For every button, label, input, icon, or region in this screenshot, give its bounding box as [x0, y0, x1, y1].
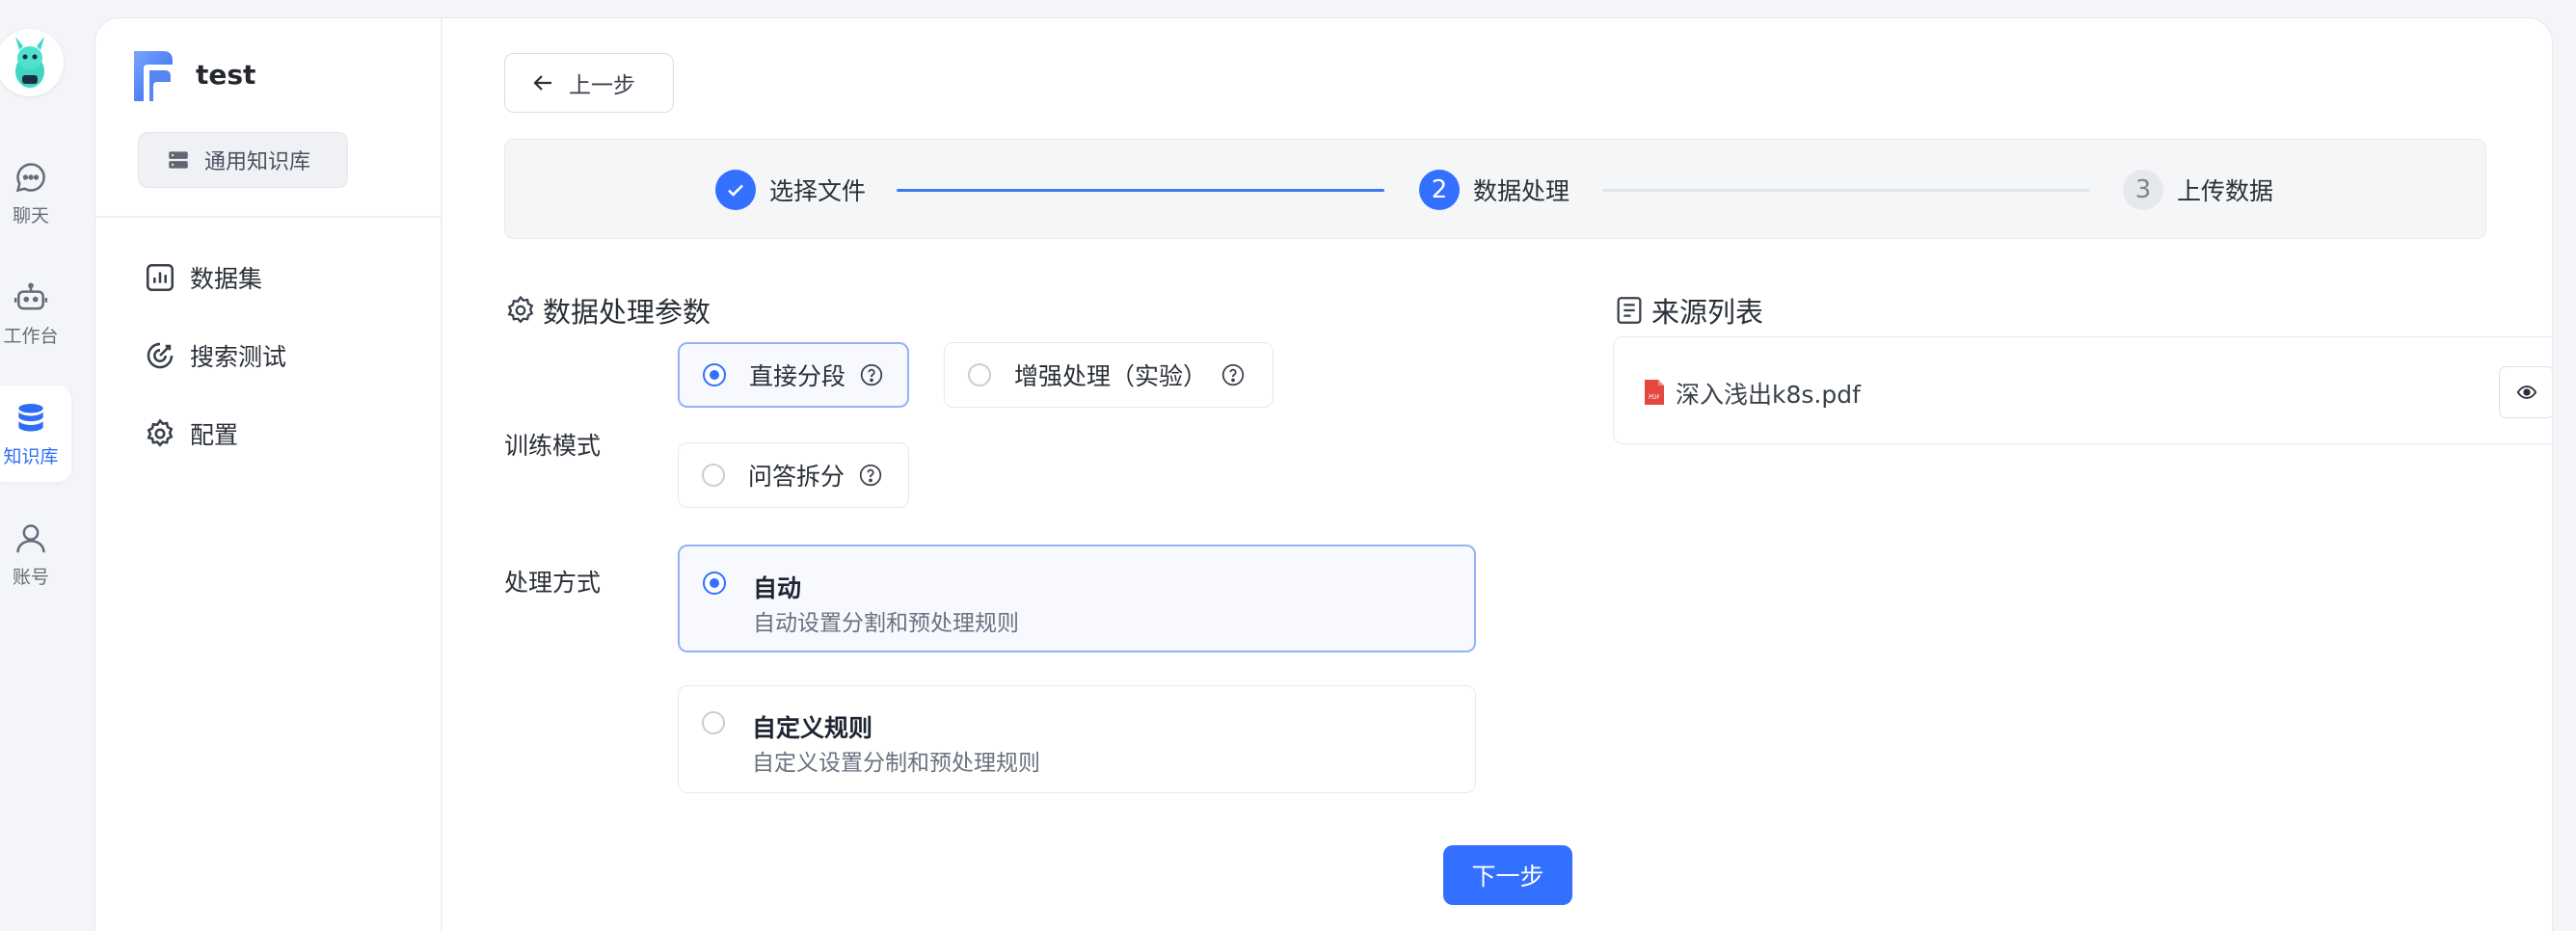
preview-button[interactable] — [2499, 366, 2552, 418]
nav-item-account[interactable]: 账号 — [0, 506, 71, 602]
sidebar-divider — [95, 216, 443, 218]
step-label: 上传数据 — [2177, 177, 2274, 205]
next-button[interactable]: 下一步 — [1443, 845, 1572, 905]
back-button[interactable]: 上一步 — [504, 53, 674, 113]
user-icon — [16, 523, 45, 552]
step-label: 数据处理 — [1473, 177, 1570, 205]
sidebar-item-dataset[interactable]: 数据集 — [144, 253, 262, 302]
training-mode-enhanced[interactable]: 增强处理（实验） — [944, 342, 1274, 408]
sidebar-item-label: 数据集 — [190, 265, 263, 293]
chart-icon — [146, 263, 174, 292]
nav-item-label: 账号 — [12, 566, 49, 588]
list-icon — [1617, 297, 1642, 324]
radio-button[interactable] — [702, 711, 725, 734]
nav-item-workbench[interactable]: 工作台 — [0, 265, 71, 361]
mode-title: 自动 — [753, 574, 802, 602]
eye-icon — [2516, 386, 2537, 399]
radio-button[interactable] — [703, 572, 726, 595]
main-card: test 通用知识库 数据集 搜索测试 配置 上一步 选择文件 2 数据处理 3… — [94, 17, 2553, 931]
source-file-row: PDF 深入浅出k8s.pdf — [1613, 336, 2552, 444]
nav-rail: 聊天 工作台 知识库 账号 — [0, 0, 93, 931]
arrow-left-icon — [533, 75, 551, 91]
nav-item-chat[interactable]: 聊天 — [0, 145, 71, 241]
pdf-icon: PDF — [1645, 380, 1664, 405]
sources-title: 来源列表 — [1651, 296, 1764, 329]
robot-icon — [13, 281, 48, 309]
mode-description: 自定义设置分制和预处理规则 — [752, 751, 1040, 776]
database-icon — [18, 403, 43, 431]
process-mode-auto[interactable]: 自动 自动设置分割和预处理规则 — [678, 545, 1476, 652]
robot-mascot-icon — [15, 37, 44, 88]
training-mode-qa-split[interactable]: 问答拆分 — [678, 442, 909, 508]
option-label: 直接分段 — [749, 362, 846, 390]
radio-button[interactable] — [703, 363, 726, 386]
option-label: 问答拆分 — [748, 463, 845, 491]
nav-item-label: 知识库 — [3, 445, 59, 467]
kb-name: test — [196, 59, 256, 91]
step-connector — [897, 189, 1384, 192]
kb-logo-icon — [134, 51, 173, 101]
option-label: 增强处理（实验） — [1014, 362, 1208, 390]
sidebar-item-label: 搜索测试 — [190, 343, 287, 371]
help-icon[interactable] — [1221, 362, 1246, 387]
step-number: 2 — [1419, 170, 1460, 210]
help-icon[interactable] — [859, 362, 884, 387]
svg-text:PDF: PDF — [1649, 394, 1660, 401]
nav-item-label: 聊天 — [12, 204, 49, 226]
mode-title: 自定义规则 — [752, 714, 873, 742]
stepper: 选择文件 2 数据处理 3 上传数据 — [504, 139, 2486, 239]
radio-button[interactable] — [968, 363, 991, 386]
kb-type-badge: 通用知识库 — [138, 132, 348, 188]
source-file-name: 深入浅出k8s.pdf — [1676, 381, 1861, 409]
chat-icon — [15, 162, 45, 192]
kb-sidebar: test 通用知识库 数据集 搜索测试 配置 — [95, 18, 443, 931]
params-section-title: 数据处理参数 — [504, 290, 711, 331]
step-number: 3 — [2123, 170, 2163, 210]
kb-type-label: 通用知识库 — [204, 150, 311, 174]
check-icon — [715, 170, 756, 210]
server-icon — [169, 151, 188, 169]
help-icon[interactable] — [858, 463, 883, 488]
params-title: 数据处理参数 — [543, 296, 711, 329]
step-connector — [1602, 189, 2090, 192]
gear-icon — [147, 418, 174, 447]
mode-description: 自动设置分割和预处理规则 — [753, 611, 1019, 636]
process-method-label: 处理方式 — [504, 569, 602, 597]
target-icon — [147, 342, 174, 369]
gear-icon — [507, 295, 534, 324]
step-label: 选择文件 — [769, 177, 867, 205]
sidebar-item-label: 配置 — [190, 421, 239, 449]
radio-button[interactable] — [702, 464, 725, 487]
sidebar-item-search-test[interactable]: 搜索测试 — [144, 332, 286, 380]
sidebar-item-config[interactable]: 配置 — [144, 410, 238, 458]
process-mode-custom[interactable]: 自定义规则 自定义设置分制和预处理规则 — [678, 685, 1476, 793]
user-avatar[interactable] — [0, 29, 64, 96]
step-select-file: 选择文件 — [715, 140, 866, 240]
training-mode-label: 训练模式 — [504, 432, 602, 460]
nav-item-knowledge-base[interactable]: 知识库 — [0, 386, 71, 482]
step-upload-data: 3 上传数据 — [2123, 140, 2273, 240]
step-data-processing: 2 数据处理 — [1419, 140, 1570, 240]
content-area: 上一步 选择文件 2 数据处理 3 上传数据 数据处理参数 训练模式 直接分段 … — [444, 18, 2552, 931]
sources-section-title: 来源列表 — [1613, 290, 1763, 331]
training-mode-direct-split[interactable]: 直接分段 — [678, 342, 909, 408]
back-button-label: 上一步 — [569, 73, 635, 98]
nav-item-label: 工作台 — [3, 325, 59, 347]
